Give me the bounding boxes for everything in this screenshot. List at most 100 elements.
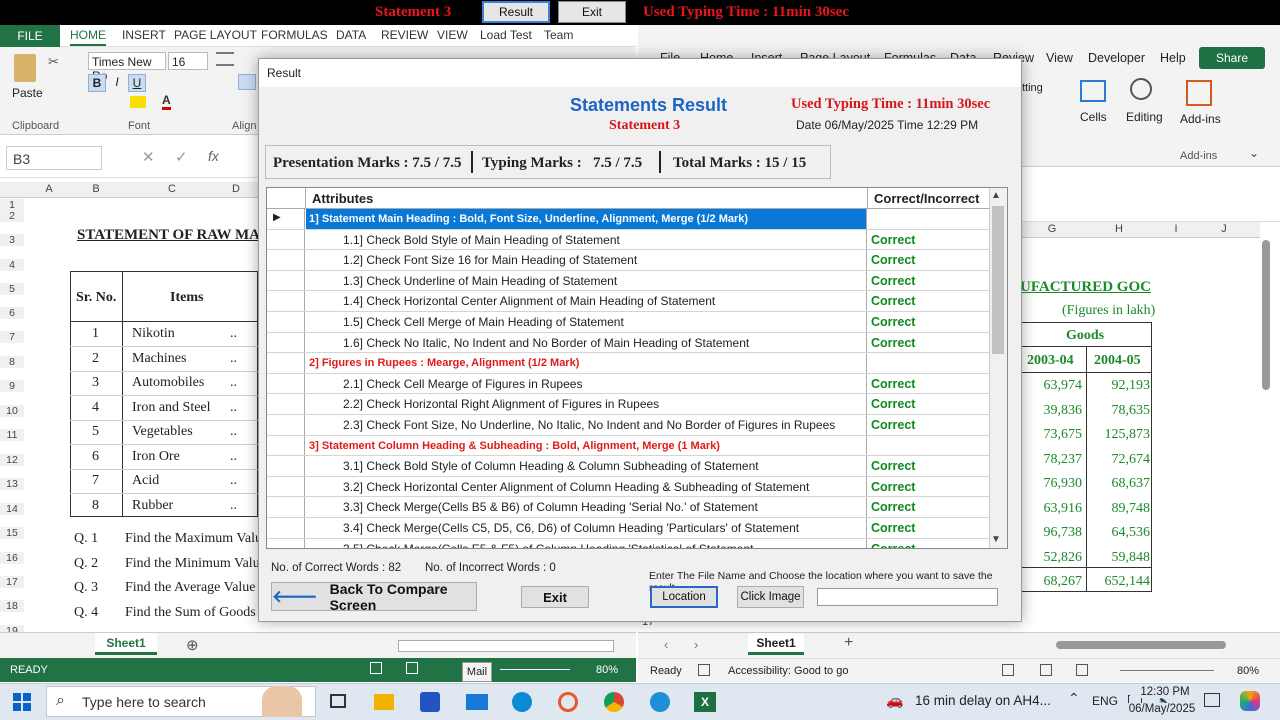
- result-grid[interactable]: Attributes Correct/Incorrect ▶ 1] Statem…: [266, 187, 1008, 549]
- vertical-scrollbar-right[interactable]: [1262, 240, 1270, 390]
- row-selector[interactable]: [267, 518, 305, 538]
- sheet-prev-icon[interactable]: ‹: [664, 637, 668, 652]
- row-header[interactable]: 9: [0, 380, 24, 392]
- row-selector[interactable]: [267, 497, 305, 517]
- right-goods[interactable]: Goods: [1066, 328, 1104, 344]
- value-2003[interactable]: 39,836: [1022, 403, 1083, 419]
- col-header-c[interactable]: C: [122, 183, 222, 195]
- tab-view[interactable]: VIEW: [437, 28, 468, 42]
- item-dots[interactable]: ..: [230, 424, 237, 440]
- normal-view-icon[interactable]: [370, 662, 382, 674]
- mail-icon[interactable]: [466, 694, 488, 710]
- copilot-icon[interactable]: [1240, 691, 1260, 711]
- item-no[interactable]: 6: [92, 449, 99, 465]
- sheet-col-srno[interactable]: Sr. No.: [76, 290, 116, 306]
- share-button[interactable]: Share: [1199, 47, 1265, 69]
- value-2003[interactable]: 73,675: [1022, 427, 1083, 443]
- store-icon[interactable]: [420, 692, 440, 712]
- scroll-down-icon[interactable]: ▼: [991, 534, 1001, 545]
- question-no[interactable]: Q. 2: [74, 556, 98, 572]
- menu-item[interactable]: Help: [1160, 51, 1186, 65]
- zoom-slider-right[interactable]: [1120, 670, 1214, 671]
- news-icon[interactable]: 🚗: [886, 692, 903, 709]
- question-no[interactable]: Q. 4: [74, 605, 98, 621]
- col-header-j[interactable]: J: [1200, 223, 1248, 235]
- sheet-next-icon[interactable]: ›: [694, 637, 698, 652]
- right-year-1[interactable]: 2003-04: [1027, 353, 1074, 369]
- addins-label[interactable]: Add-ins: [1180, 112, 1221, 126]
- language-indicator[interactable]: ENG: [1092, 694, 1118, 708]
- row-header[interactable]: 5: [0, 283, 24, 295]
- row-header[interactable]: 12: [0, 454, 24, 466]
- item-name[interactable]: Automobiles: [132, 375, 204, 391]
- align-center-icon[interactable]: [238, 74, 256, 90]
- grid-row[interactable]: 3.1] Check Bold Style of Column Heading …: [267, 456, 989, 477]
- cut-icon[interactable]: ✂: [48, 54, 59, 70]
- scroll-up-icon[interactable]: ▲: [991, 190, 1001, 201]
- excel-icon[interactable]: X: [694, 692, 716, 712]
- function-icon[interactable]: fx: [208, 148, 219, 164]
- value-2004[interactable]: 72,674: [1088, 452, 1151, 468]
- grid-row[interactable]: 3.3] Check Merge(Cells B5 & B6) of Colum…: [267, 497, 989, 518]
- underline-icon[interactable]: U: [128, 74, 146, 92]
- location-button[interactable]: Location: [650, 586, 718, 608]
- right-main-heading[interactable]: UFACTURED GOC: [1020, 279, 1151, 296]
- tab-review[interactable]: REVIEW: [381, 28, 428, 42]
- row-header[interactable]: 14: [0, 503, 24, 515]
- font-size-box[interactable]: 16: [168, 52, 208, 70]
- row-selector[interactable]: [267, 435, 305, 456]
- question-text[interactable]: Find the Sum of Goods f: [125, 605, 264, 621]
- value-2004[interactable]: 64,536: [1088, 525, 1151, 541]
- col-header-b[interactable]: B: [70, 183, 122, 195]
- bold-icon[interactable]: B: [88, 74, 106, 92]
- normal-view-icon-right[interactable]: [1002, 664, 1014, 676]
- sheet-main-heading[interactable]: STATEMENT OF RAW MA: [77, 227, 260, 244]
- item-name[interactable]: Vegetables: [132, 424, 193, 440]
- row-header[interactable]: 2: [0, 210, 24, 222]
- row-selector[interactable]: [267, 415, 305, 435]
- grid-row[interactable]: 3.4] Check Merge(Cells C5, D5, C6, D6) o…: [267, 518, 989, 539]
- notification-icon[interactable]: [1204, 693, 1220, 707]
- grid-row[interactable]: 3.2] Check Horizontal Center Alignment o…: [267, 476, 989, 498]
- network-app-icon[interactable]: [650, 692, 670, 712]
- row-header[interactable]: 11: [0, 429, 24, 441]
- row-header[interactable]: 18: [0, 600, 24, 612]
- item-dots[interactable]: ..: [230, 449, 237, 465]
- fill-color-icon[interactable]: [130, 96, 146, 108]
- add-sheet-icon[interactable]: ⊕: [186, 636, 199, 654]
- tab-team[interactable]: Team: [544, 28, 573, 42]
- item-name[interactable]: Iron and Steel: [132, 400, 211, 416]
- item-name[interactable]: Nikotin: [132, 326, 175, 342]
- row-header[interactable]: 8: [0, 356, 24, 368]
- item-name[interactable]: Rubber: [132, 498, 173, 514]
- cancel-formula-icon[interactable]: ✕: [142, 148, 155, 166]
- editing-label[interactable]: Editing: [1126, 110, 1163, 124]
- item-no[interactable]: 1: [92, 326, 99, 342]
- col-header-h[interactable]: H: [1086, 223, 1152, 235]
- row-selector[interactable]: [267, 476, 305, 497]
- value-2003[interactable]: 52,826: [1022, 550, 1083, 566]
- right-figures[interactable]: (Figures in lakh): [1062, 303, 1155, 319]
- tab-data[interactable]: DATA: [336, 28, 366, 42]
- click-image-button[interactable]: Click Image: [737, 586, 804, 608]
- grid-row[interactable]: 1.2] Check Font Size 16 for Main Heading…: [267, 250, 989, 271]
- grid-row[interactable]: 2] Figures in Rupees : Mearge, Alignment…: [267, 353, 989, 374]
- row-header[interactable]: 7: [0, 331, 24, 343]
- grid-row[interactable]: 2.2] Check Horizontal Right Alignment of…: [267, 394, 989, 415]
- clock-time[interactable]: 12:30 PM: [1130, 686, 1200, 698]
- chrome-icon[interactable]: [604, 692, 624, 712]
- row-selector[interactable]: [267, 538, 305, 548]
- paste-label[interactable]: Paste: [12, 86, 43, 100]
- col-header-i[interactable]: I: [1152, 223, 1200, 235]
- italic-icon[interactable]: I: [108, 74, 126, 92]
- question-no[interactable]: Q. 1: [74, 531, 98, 547]
- value-2003[interactable]: 78,237: [1022, 452, 1083, 468]
- grid-row[interactable]: 3] Statement Column Heading & Subheading…: [267, 435, 989, 457]
- confirm-formula-icon[interactable]: ✓: [175, 148, 188, 166]
- cells-label[interactable]: Cells: [1080, 110, 1107, 124]
- file-explorer-icon[interactable]: [374, 694, 394, 710]
- row-selector[interactable]: [267, 229, 305, 250]
- file-tab[interactable]: FILE: [0, 25, 60, 47]
- tray-chevron-icon[interactable]: ⌃: [1068, 690, 1080, 707]
- value-2003[interactable]: 63,916: [1022, 501, 1083, 517]
